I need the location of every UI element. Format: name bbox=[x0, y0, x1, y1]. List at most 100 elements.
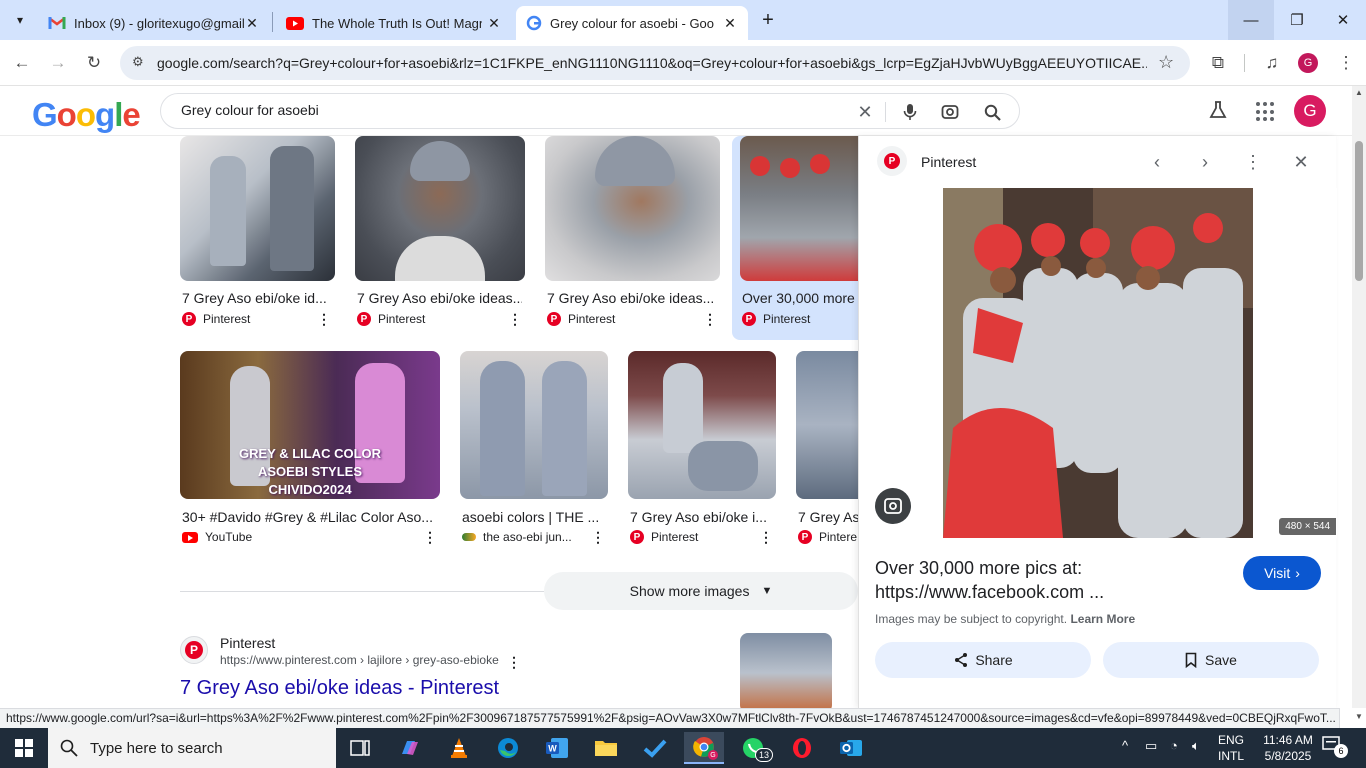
result-thumbnail[interactable] bbox=[460, 351, 608, 499]
clear-search-icon[interactable]: ✕ bbox=[852, 99, 878, 125]
result-thumbnail[interactable] bbox=[545, 136, 720, 281]
outlook-icon[interactable] bbox=[831, 732, 871, 764]
previous-image-icon[interactable]: ‹ bbox=[1145, 150, 1169, 174]
apps-grid-icon[interactable] bbox=[1256, 102, 1276, 122]
file-explorer-icon[interactable] bbox=[586, 732, 626, 764]
chrome-icon[interactable]: G bbox=[684, 732, 724, 764]
page-scrollbar[interactable]: ▲ ▼ bbox=[1352, 86, 1366, 721]
result-thumbnail[interactable] bbox=[796, 351, 858, 499]
next-image-icon[interactable]: › bbox=[1193, 150, 1217, 174]
result-caption[interactable]: 7 Grey As bbox=[798, 509, 858, 525]
result-caption[interactable]: 7 Grey Aso ebi/oke i... bbox=[630, 509, 775, 525]
forward-button[interactable]: → bbox=[42, 47, 74, 79]
scroll-down-arrow[interactable]: ▼ bbox=[1355, 712, 1363, 721]
tab-youtube[interactable]: The Whole Truth Is Out! Magnu ✕ bbox=[276, 6, 512, 40]
copilot-icon[interactable] bbox=[390, 732, 430, 764]
image-result[interactable]: 7 Grey Aso ebi/oke id... P Pinterest ⋮ bbox=[180, 136, 340, 336]
learn-more-link[interactable]: Learn More bbox=[1070, 612, 1135, 626]
close-tab-icon[interactable]: ✕ bbox=[244, 15, 260, 32]
more-options-icon[interactable]: ⋮ bbox=[423, 529, 437, 546]
google-account-avatar[interactable]: G bbox=[1294, 95, 1326, 127]
clock[interactable]: 11:46 AM 5/8/2025 bbox=[1258, 732, 1318, 764]
result-caption[interactable]: Over 30,000 more bbox=[742, 290, 858, 306]
site-info-icon[interactable]: ⚙ bbox=[132, 54, 144, 70]
preview-image[interactable] bbox=[859, 188, 1337, 538]
image-result[interactable]: 7 Grey Aso ebi/oke ideas... P Pinterest ⋮ bbox=[545, 136, 725, 336]
image-result[interactable]: 7 Grey As P Pintere bbox=[796, 351, 858, 551]
more-options-icon[interactable]: ⋮ bbox=[508, 311, 522, 328]
taskbar-search-box[interactable]: Type here to search bbox=[48, 728, 336, 768]
vlc-icon[interactable] bbox=[439, 732, 479, 764]
result-title-link[interactable]: 7 Grey Aso ebi/oke ideas - Pinterest bbox=[180, 677, 499, 700]
more-options-icon[interactable]: ⋮ bbox=[1241, 150, 1265, 174]
share-button[interactable]: Share bbox=[875, 642, 1091, 678]
more-options-icon[interactable]: ⋮ bbox=[507, 654, 521, 671]
wifi-icon[interactable]: ◔ bbox=[1170, 738, 1178, 753]
pinterest-favicon[interactable]: P bbox=[180, 636, 208, 664]
search-input[interactable] bbox=[181, 102, 781, 118]
tab-search-button[interactable]: ▾ bbox=[8, 8, 32, 32]
result-thumbnail[interactable] bbox=[628, 351, 776, 499]
panel-image-title[interactable]: Over 30,000 more pics at: https://www.fa… bbox=[875, 556, 1235, 604]
result-url[interactable]: https://www.pinterest.com › lajilore › g… bbox=[220, 653, 499, 667]
image-result[interactable]: asoebi colors | THE ... the aso-ebi jun.… bbox=[460, 351, 612, 551]
save-button[interactable]: Save bbox=[1103, 642, 1319, 678]
extensions-icon[interactable]: ⧉ bbox=[1202, 47, 1234, 79]
result-caption[interactable]: 7 Grey Aso ebi/oke ideas... bbox=[547, 290, 719, 306]
lens-search-icon[interactable] bbox=[875, 488, 911, 524]
close-tab-icon[interactable]: ✕ bbox=[486, 15, 502, 32]
back-button[interactable]: ← bbox=[6, 47, 38, 79]
image-result[interactable]: 7 Grey Aso ebi/oke ideas... P Pinterest ⋮ bbox=[355, 136, 530, 336]
bookmark-star-icon[interactable]: ☆ bbox=[1158, 52, 1174, 73]
result-thumbnail[interactable]: GREY & LILAC COLOR ASOEBI STYLES CHIVIDO… bbox=[180, 351, 440, 499]
voice-search-icon[interactable] bbox=[897, 99, 923, 125]
google-logo[interactable]: Google bbox=[32, 96, 141, 134]
media-control-icon[interactable]: ♫ bbox=[1256, 47, 1288, 79]
visit-button[interactable]: Visit › bbox=[1243, 556, 1321, 590]
close-window-button[interactable]: ✕ bbox=[1320, 0, 1366, 40]
address-bar[interactable]: ⚙ google.com/search?q=Grey+colour+for+as… bbox=[120, 46, 1190, 80]
notification-center-icon[interactable]: 6 bbox=[1322, 736, 1348, 760]
todo-checkmark-icon[interactable] bbox=[635, 732, 675, 764]
result-thumbnail[interactable] bbox=[740, 633, 832, 708]
image-result[interactable]: GREY & LILAC COLOR ASOEBI STYLES CHIVIDO… bbox=[180, 351, 445, 551]
result-thumbnail[interactable] bbox=[180, 136, 335, 281]
new-tab-button[interactable]: + bbox=[756, 8, 780, 32]
more-options-icon[interactable]: ⋮ bbox=[703, 311, 717, 328]
word-icon[interactable]: W bbox=[537, 732, 577, 764]
more-options-icon[interactable]: ⋮ bbox=[591, 529, 605, 546]
lens-search-icon[interactable] bbox=[937, 99, 963, 125]
language-indicator[interactable]: ENG INTL bbox=[1218, 732, 1244, 764]
chrome-menu-icon[interactable]: ⋮ bbox=[1330, 47, 1362, 79]
panel-site-name[interactable]: Pinterest bbox=[921, 154, 976, 170]
show-hidden-icons-chevron[interactable]: ^ bbox=[1122, 738, 1128, 753]
close-tab-icon[interactable]: ✕ bbox=[722, 15, 738, 32]
minimize-button[interactable]: — bbox=[1228, 0, 1274, 40]
volume-icon[interactable]: 🔈︎ bbox=[1192, 738, 1200, 754]
whatsapp-icon[interactable]: 13 bbox=[733, 732, 773, 764]
task-view-icon[interactable] bbox=[340, 732, 380, 764]
result-caption[interactable]: asoebi colors | THE ... bbox=[462, 509, 607, 525]
result-caption[interactable]: 7 Grey Aso ebi/oke ideas... bbox=[357, 290, 522, 306]
more-options-icon[interactable]: ⋮ bbox=[759, 529, 773, 546]
labs-flask-icon[interactable] bbox=[1208, 100, 1228, 125]
tab-google-search[interactable]: Grey colour for asoebi - Google ✕ bbox=[516, 6, 748, 40]
result-caption[interactable]: 7 Grey Aso ebi/oke id... bbox=[182, 290, 332, 306]
windows-start-icon[interactable] bbox=[4, 732, 44, 764]
reload-button[interactable]: ↻ bbox=[78, 47, 110, 79]
image-result[interactable]: 7 Grey Aso ebi/oke i... P Pinterest ⋮ bbox=[628, 351, 780, 551]
maximize-button[interactable]: ❐ bbox=[1274, 0, 1320, 40]
close-panel-icon[interactable]: ✕ bbox=[1289, 150, 1313, 174]
show-more-images-button[interactable]: Show more images ▼ bbox=[544, 572, 858, 610]
image-result-selected[interactable]: Over 30,000 more P Pinterest bbox=[740, 136, 858, 336]
result-site-name[interactable]: Pinterest bbox=[220, 635, 275, 651]
profile-avatar[interactable]: G bbox=[1298, 53, 1318, 73]
result-thumbnail[interactable] bbox=[355, 136, 525, 281]
more-options-icon[interactable]: ⋮ bbox=[317, 311, 331, 328]
scroll-up-arrow[interactable]: ▲ bbox=[1355, 88, 1363, 97]
edge-icon[interactable] bbox=[488, 732, 528, 764]
scrollbar-thumb[interactable] bbox=[1355, 141, 1363, 281]
opera-icon[interactable] bbox=[782, 732, 822, 764]
tab-gmail[interactable]: Inbox (9) - gloritexugo@gmail.c ✕ bbox=[38, 6, 270, 40]
search-submit-icon[interactable] bbox=[979, 99, 1005, 125]
